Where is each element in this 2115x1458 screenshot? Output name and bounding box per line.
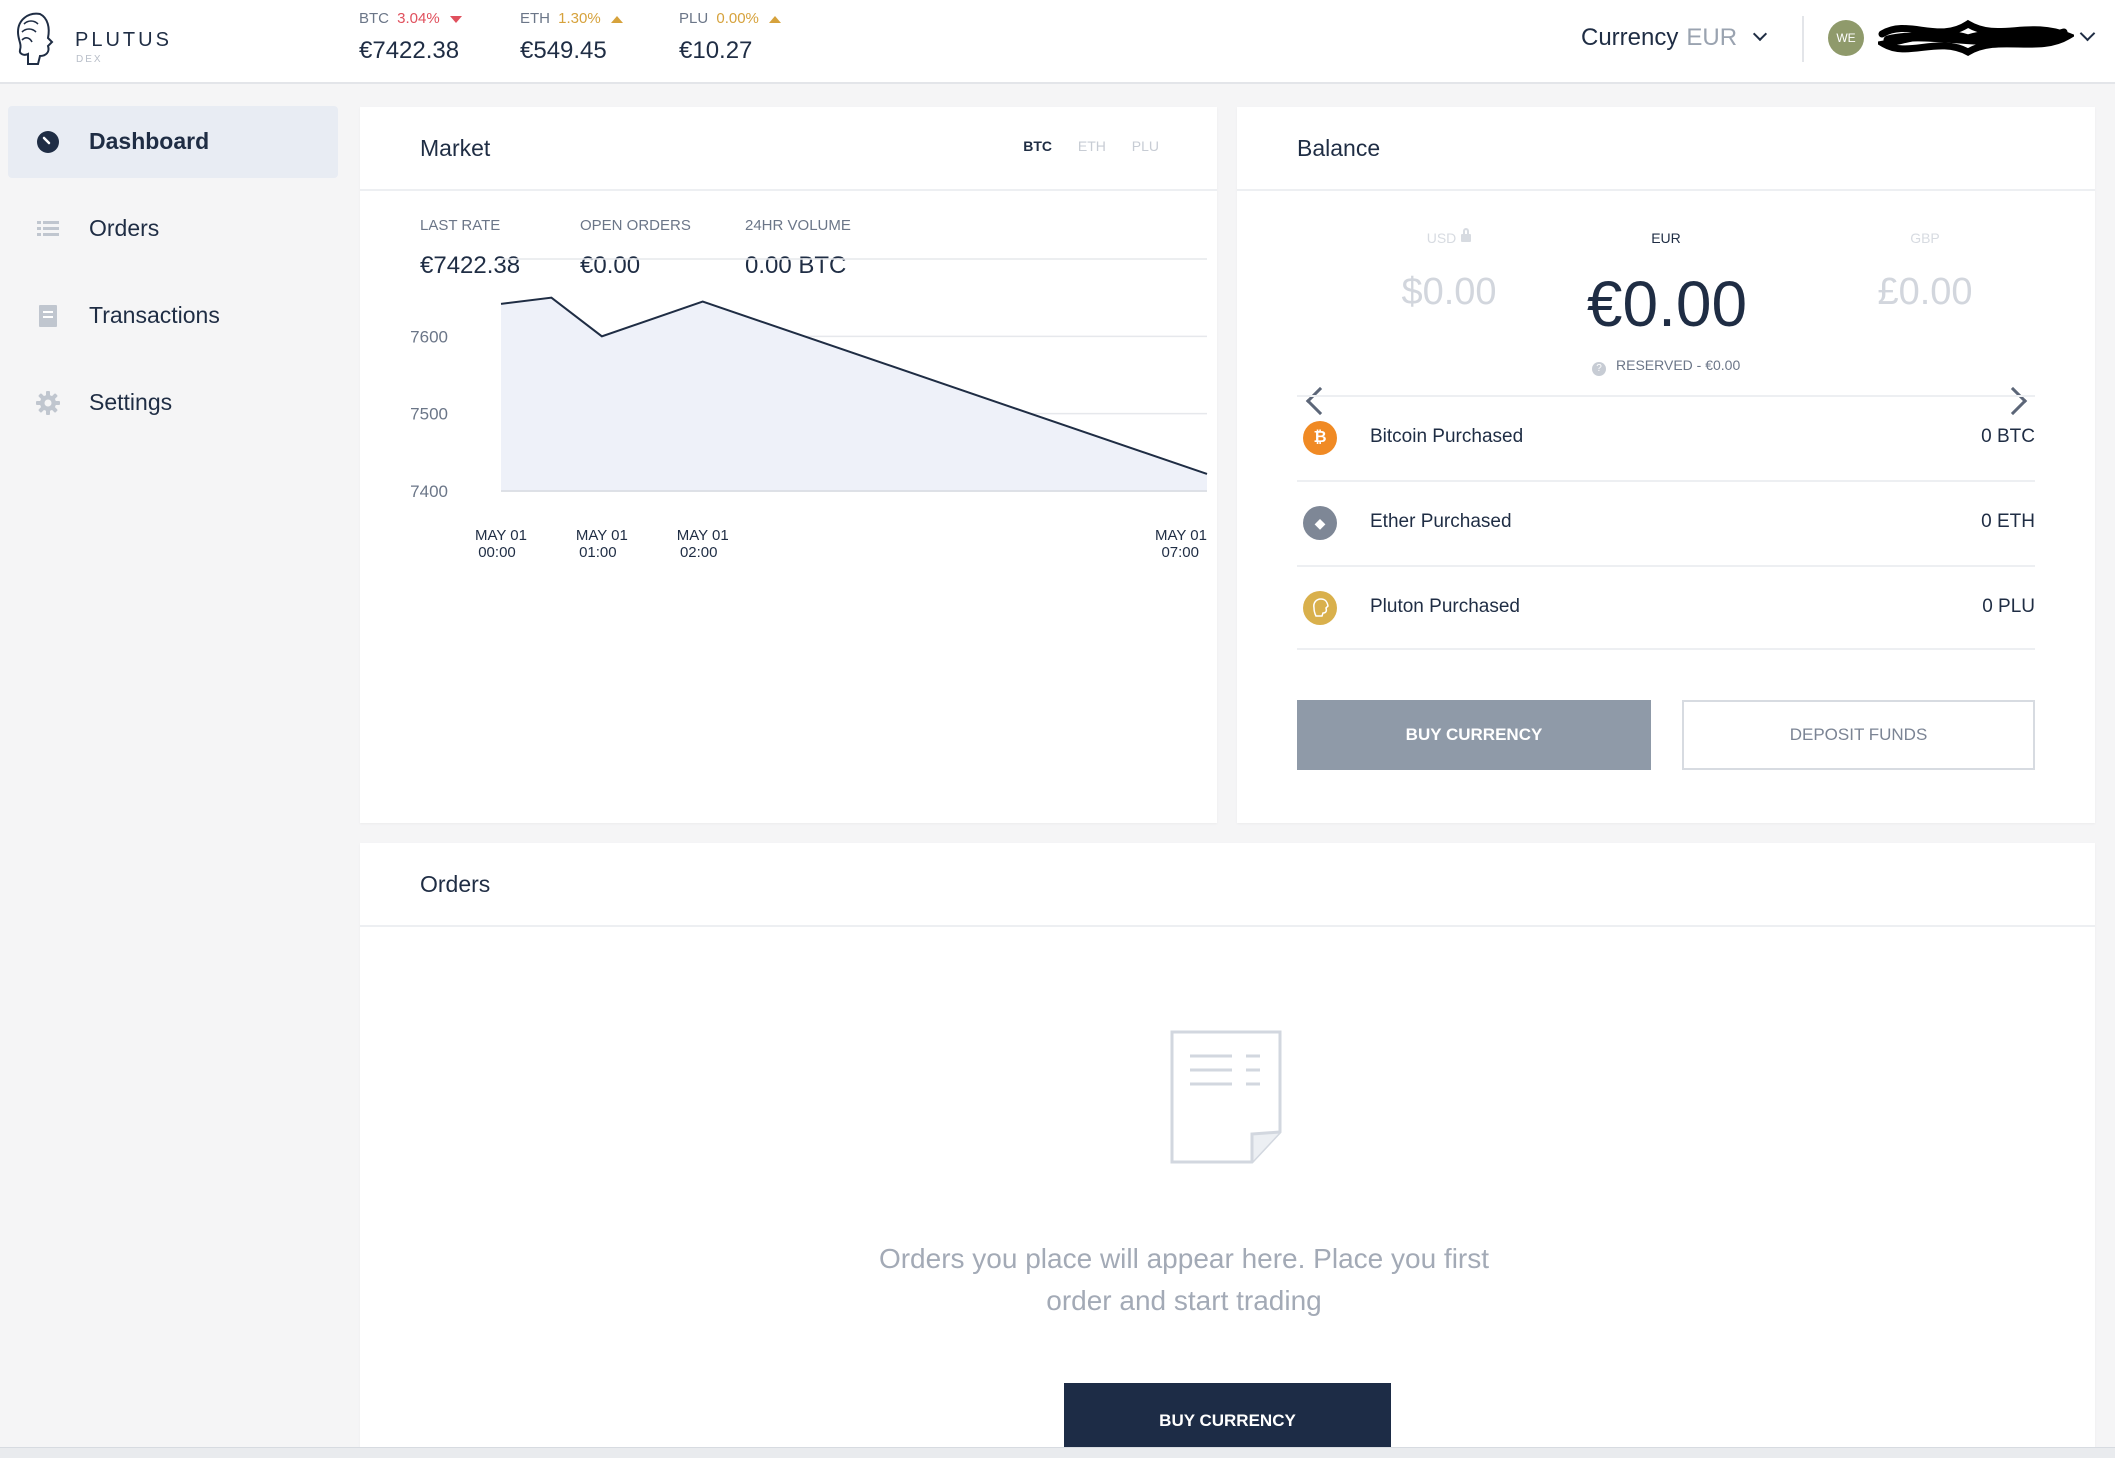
list-item: ◆ Ether Purchased 0 ETH <box>1297 480 2035 565</box>
sidebar-item-orders[interactable]: Orders <box>8 193 338 265</box>
list-item: ₿ Bitcoin Purchased 0 BTC <box>1297 395 2035 480</box>
sidebar-item-label: Transactions <box>89 302 220 328</box>
sidebar-item-label: Orders <box>89 215 160 241</box>
dashboard-icon <box>37 131 59 153</box>
lock-icon <box>1461 228 1472 242</box>
brand-name: PLUTUS <box>75 29 172 51</box>
currency-code: USD <box>1426 230 1457 246</box>
card-divider <box>360 925 2095 927</box>
trend-up-icon <box>769 15 782 23</box>
chart-x-tick-label: 02:00 <box>680 544 718 561</box>
empty-orders-message: Orders you place will appear here. Place… <box>878 1243 1490 1316</box>
chart-y-tick-label: 7600 <box>410 327 448 346</box>
ether-icon: ◆ <box>1303 506 1337 540</box>
sidebar-item-label: Dashboard <box>89 128 210 154</box>
balance-amount-gbp: £0.00 <box>1877 271 1973 313</box>
pluton-icon <box>1303 591 1337 625</box>
plutus-head-icon <box>16 12 54 65</box>
chart-x-tick-label: 01:00 <box>579 544 617 561</box>
sidebar-item-label: Settings <box>89 389 173 415</box>
pluton-head-icon <box>1313 598 1329 617</box>
ticker-eth: ETH 1.30% €549.45 <box>520 10 623 65</box>
balance-currency-usd[interactable]: USD <box>1369 228 1529 246</box>
ticker-symbol: ETH <box>520 10 550 27</box>
bitcoin-icon: ₿ <box>1303 421 1337 455</box>
chevron-down-icon <box>1752 26 1768 42</box>
brand-logo[interactable]: PLUTUS DEX <box>10 10 180 72</box>
list-icon <box>37 221 59 236</box>
reserved-text: RESERVED - €0.00 <box>1616 357 1741 373</box>
chart-y-tick-label: 7400 <box>410 482 448 501</box>
buy-currency-button[interactable]: BUY CURRENCY <box>1297 700 1651 770</box>
orders-card: Orders Orders you place will appear here… <box>360 843 2095 1458</box>
market-card: Market BTC ETH PLU LAST RATE €7422.38 OP… <box>360 107 1217 823</box>
asset-name: Ether Purchased <box>1370 511 1512 532</box>
sidebar-item-dashboard[interactable]: Dashboard <box>8 106 338 178</box>
chart-x-tick-label: MAY 01 <box>677 527 729 544</box>
asset-value: 0 ETH <box>1981 511 2035 532</box>
asset-name: Bitcoin Purchased <box>1370 426 1524 447</box>
redacted-username <box>1878 19 2074 57</box>
ticker-price: €7422.38 <box>359 37 460 64</box>
horizontal-scrollbar[interactable] <box>0 1447 2115 1458</box>
chart-x-tick-label: MAY 01 <box>475 527 527 544</box>
trend-up-icon <box>610 15 623 23</box>
ticker-price: €10.27 <box>679 37 753 64</box>
ticker-plu: PLU 0.00% €10.27 <box>679 10 782 65</box>
sidebar-item-transactions[interactable]: Transactions <box>8 280 338 352</box>
trend-down-icon <box>449 15 462 23</box>
chart-x-tick-label: MAY 01 <box>576 527 628 544</box>
balance-title: Balance <box>1297 135 1381 161</box>
currency-value: EUR <box>1686 24 1738 51</box>
sidebar-item-settings[interactable]: Settings <box>8 367 338 439</box>
balance-currency-eur[interactable]: EUR <box>1586 230 1746 246</box>
card-divider <box>1237 189 2095 191</box>
avatar[interactable]: WE <box>1828 20 1864 56</box>
asset-value: 0 PLU <box>1982 596 2035 617</box>
top-bar: PLUTUS DEX BTC 3.04% €7422.38 ETH 1.30% … <box>0 0 2115 84</box>
deposit-funds-button[interactable]: DEPOSIT FUNDS <box>1682 700 2035 770</box>
gear-icon <box>36 391 60 415</box>
chart-x-tick-label: 00:00 <box>478 544 516 561</box>
brand-subtitle: DEX <box>76 54 103 65</box>
orders-title: Orders <box>420 871 491 897</box>
chart-x-tick-label: MAY 01 <box>1155 527 1207 544</box>
chart-x-tick-label: 07:00 <box>1161 544 1199 561</box>
ticker-symbol: PLU <box>679 10 709 27</box>
asset-name: Pluton Purchased <box>1370 596 1520 617</box>
market-price-chart: 740075007600MAY 0100:00MAY 0101:00MAY 01… <box>410 258 1208 561</box>
balance-card: Balance USD $0.00 EUR €0.00 GBP £0.00 ? R… <box>1237 107 2095 823</box>
list-item: Pluton Purchased 0 PLU <box>1297 565 2035 650</box>
empty-orders-document-icon <box>1170 1030 1282 1164</box>
ticker-change: 0.00% <box>716 10 759 27</box>
ticker-btc: BTC 3.04% €7422.38 <box>359 10 462 65</box>
reserved-amount: ? RESERVED - €0.00 <box>1592 357 1740 376</box>
asset-value: 0 BTC <box>1981 426 2035 447</box>
balance-currency-gbp[interactable]: GBP <box>1845 230 2005 246</box>
help-icon[interactable]: ? <box>1592 362 1606 376</box>
balance-amount-usd: $0.00 <box>1401 271 1497 313</box>
ticker-price: €549.45 <box>520 37 607 64</box>
user-menu-chevron-icon[interactable] <box>2079 25 2096 42</box>
balance-amount-eur: €0.00 <box>1586 268 1748 340</box>
currency-label: Currency <box>1581 24 1679 51</box>
header-divider <box>1802 16 1804 62</box>
ticker-change: 3.04% <box>397 10 440 27</box>
ticker-symbol: BTC <box>359 10 389 27</box>
ticker-change: 1.30% <box>558 10 601 27</box>
document-icon <box>39 305 57 327</box>
chart-area-fill <box>501 297 1207 491</box>
chart-y-tick-label: 7500 <box>410 405 448 424</box>
currency-selector[interactable]: Currency EUR <box>1581 24 1768 52</box>
